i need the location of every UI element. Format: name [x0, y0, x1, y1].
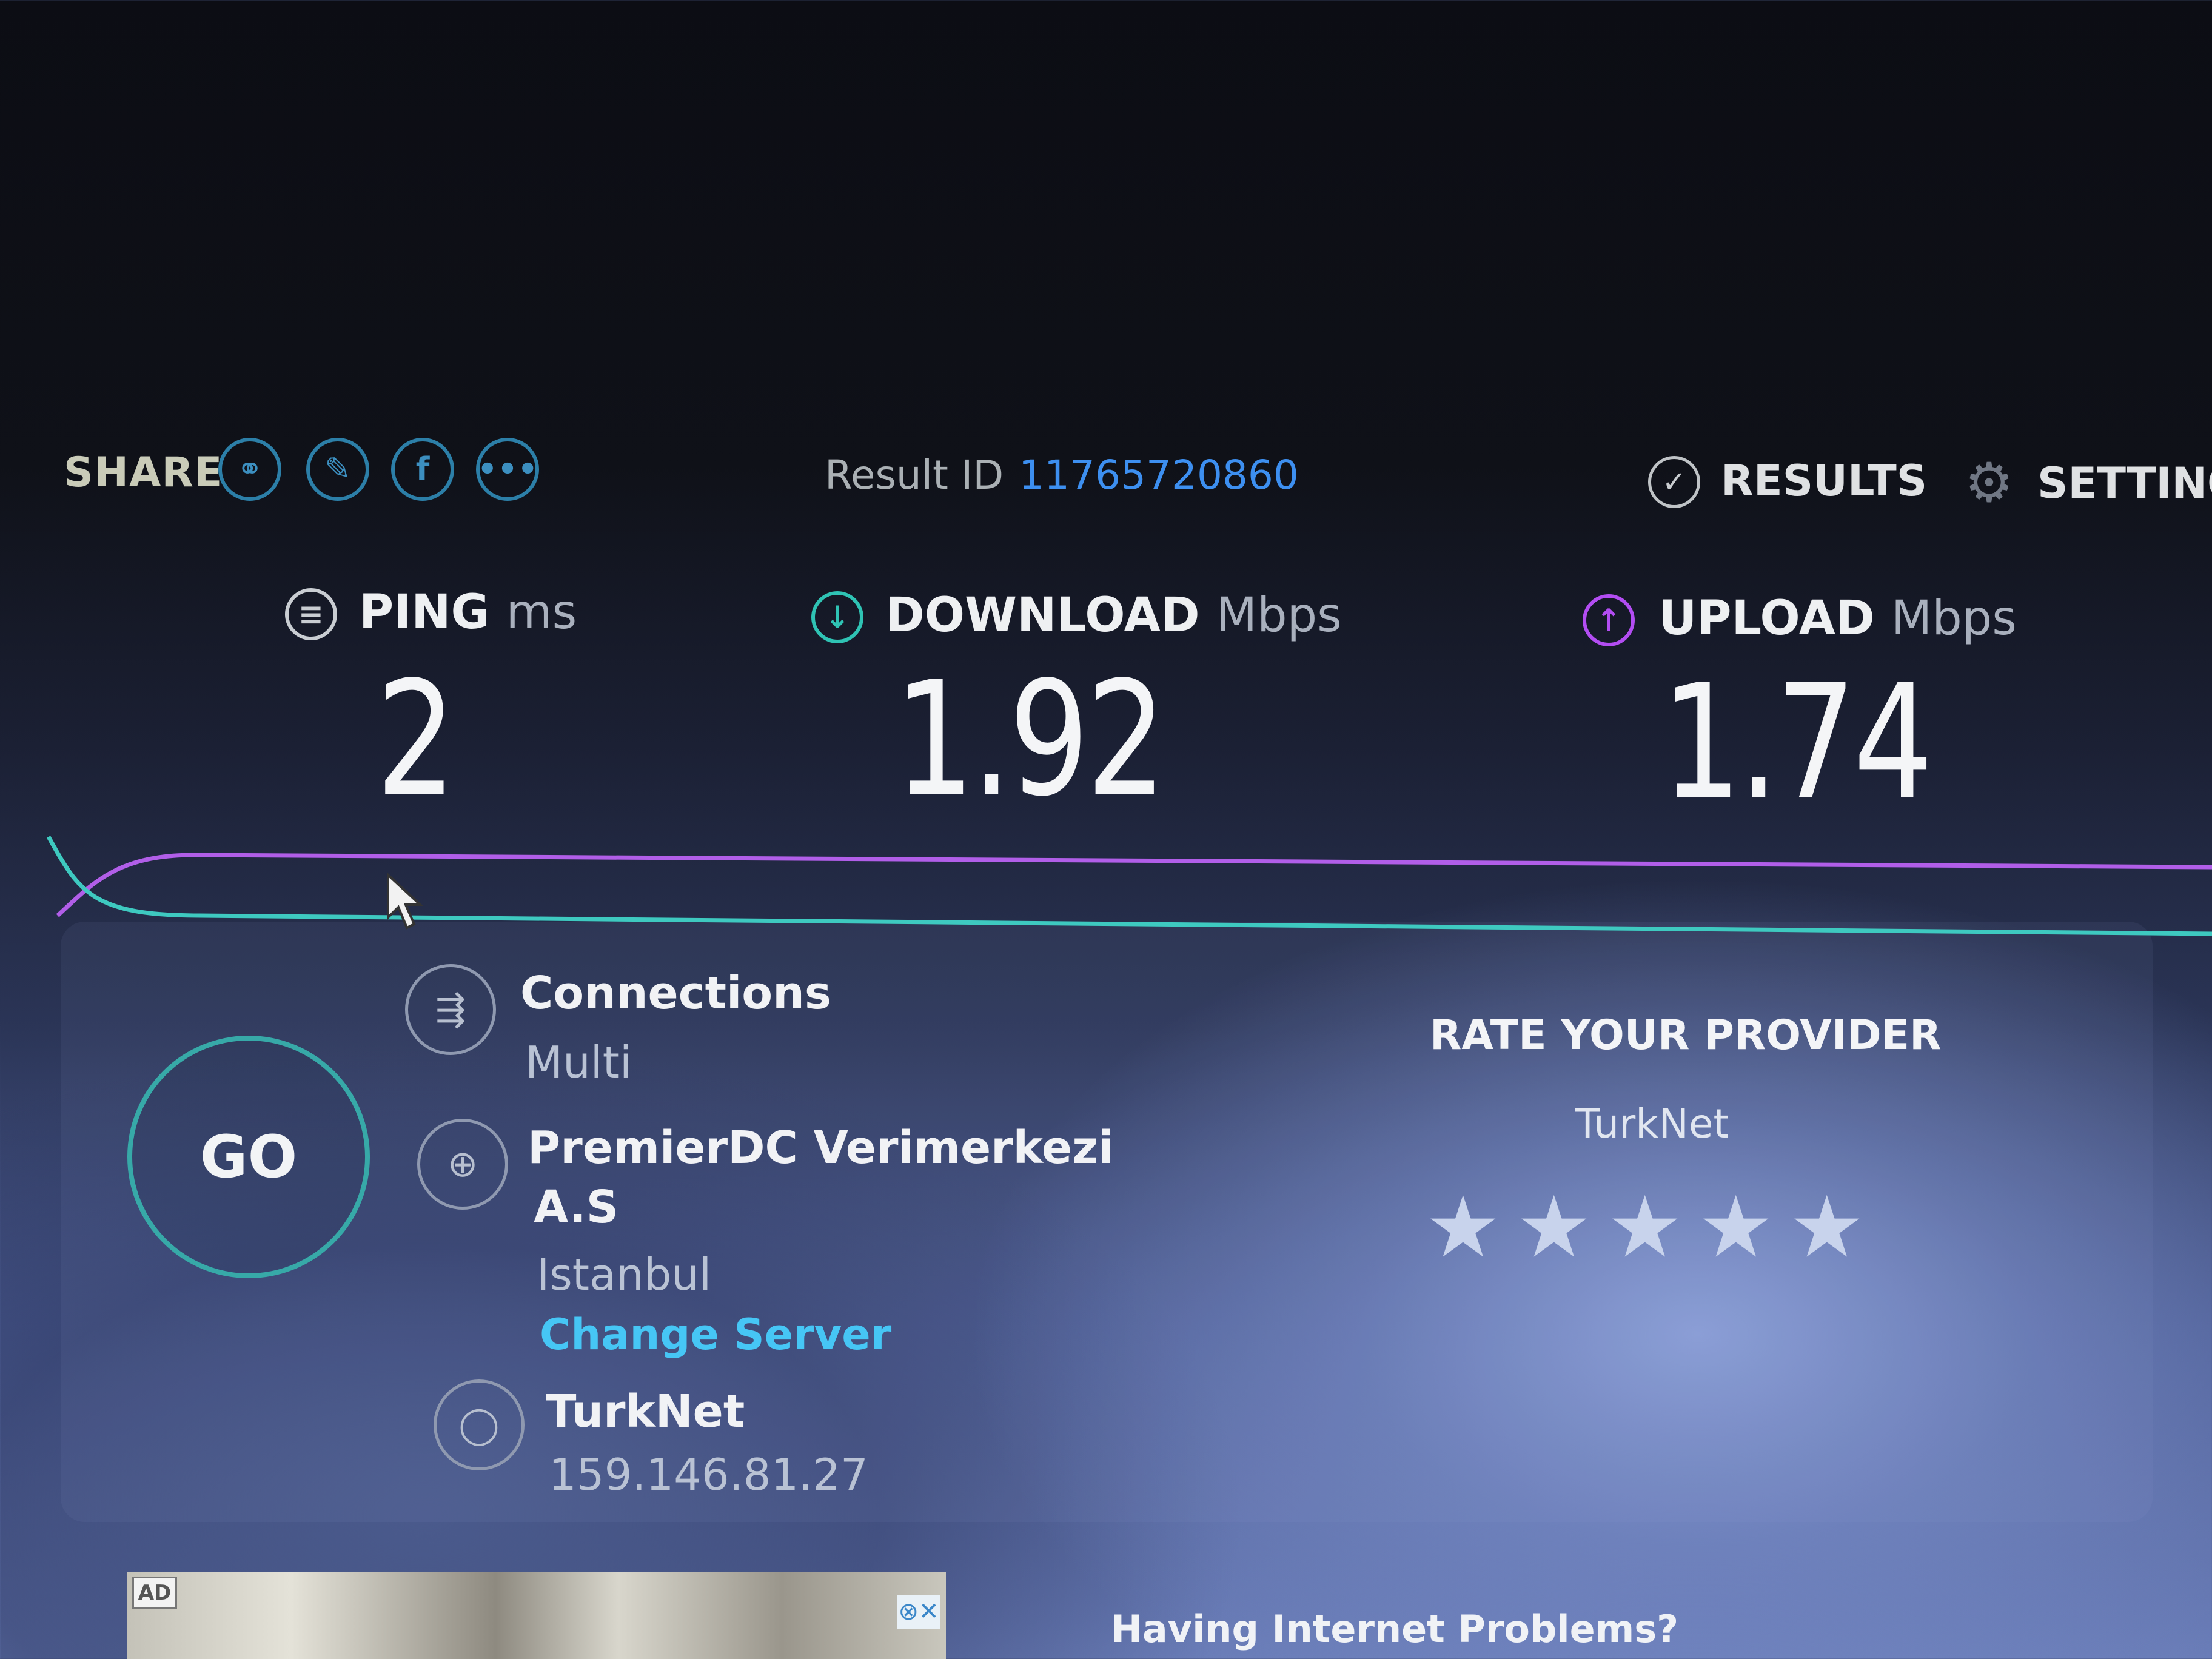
check-icon: ✓: [1648, 456, 1700, 508]
rating-star-2[interactable]: ★: [1516, 1185, 1592, 1270]
share-label: SHARE: [64, 449, 223, 497]
rating-star-4[interactable]: ★: [1698, 1185, 1774, 1270]
speed-graph: [46, 836, 2212, 936]
ad-badge: AD: [132, 1577, 177, 1609]
upload-title: UPLOAD Mbps: [1658, 591, 2017, 646]
server-name: PremierDC Verimerkezi: [528, 1122, 1114, 1174]
link-icon[interactable]: ⚭: [218, 438, 281, 501]
ping-value: 2: [376, 648, 456, 831]
ping-icon: ≡: [285, 588, 337, 640]
connections-title: Connections: [520, 967, 831, 1019]
rating-star-5[interactable]: ★: [1789, 1185, 1865, 1270]
server-name-suffix: A.S: [534, 1181, 619, 1233]
download-label: DOWNLOAD: [885, 588, 1200, 643]
download-value: 1.92: [894, 648, 1167, 831]
ping-label: PING: [359, 585, 490, 640]
facebook-icon[interactable]: f: [391, 438, 454, 501]
connections-icon: ⇶: [405, 964, 496, 1055]
download-unit: Mbps: [1216, 588, 1342, 643]
settings-button[interactable]: SETTING: [2037, 458, 2212, 508]
upload-label: UPLOAD: [1658, 591, 1875, 646]
connections-value[interactable]: Multi: [525, 1037, 632, 1088]
ping-unit: ms: [506, 585, 577, 640]
more-icon[interactable]: •••: [476, 438, 539, 501]
download-icon: ↓: [811, 591, 863, 643]
user-icon: ◯: [434, 1379, 525, 1470]
upload-line: [56, 853, 2212, 917]
result-id-label: Result ID: [825, 452, 1004, 498]
gear-icon: ⚙: [1965, 451, 2014, 515]
globe-icon: ⊕: [417, 1119, 508, 1210]
internet-problems-heading[interactable]: Having Internet Problems?: [1111, 1607, 1678, 1651]
go-button[interactable]: GO: [127, 1036, 370, 1278]
isp-ip: 159.146.81.27: [549, 1449, 868, 1500]
rate-provider-name: TurkNet: [1575, 1101, 1729, 1147]
rating-star-1[interactable]: ★: [1425, 1185, 1501, 1270]
mouse-cursor-icon: [387, 872, 424, 930]
upload-unit: Mbps: [1891, 591, 2017, 646]
server-city: Istanbul: [537, 1249, 712, 1300]
rating-star-3[interactable]: ★: [1607, 1185, 1683, 1270]
result-id-link[interactable]: 11765720860: [1019, 452, 1299, 498]
download-title: DOWNLOAD Mbps: [885, 588, 1342, 643]
upload-icon: ↑: [1583, 594, 1635, 646]
change-server-link[interactable]: Change Server: [540, 1310, 891, 1359]
rate-provider-title: RATE YOUR PROVIDER: [1430, 1011, 1942, 1059]
isp-name: TurkNet: [546, 1386, 745, 1438]
results-button[interactable]: RESULTS: [1721, 456, 1927, 506]
ad-close-icon[interactable]: ⊗✕: [897, 1595, 940, 1629]
twitter-icon[interactable]: ✎: [306, 438, 369, 501]
download-line: [46, 836, 2212, 936]
ping-title: PING ms: [359, 585, 577, 640]
upload-value: 1.74: [1661, 651, 1934, 834]
ad-banner-image[interactable]: [127, 1572, 946, 1659]
